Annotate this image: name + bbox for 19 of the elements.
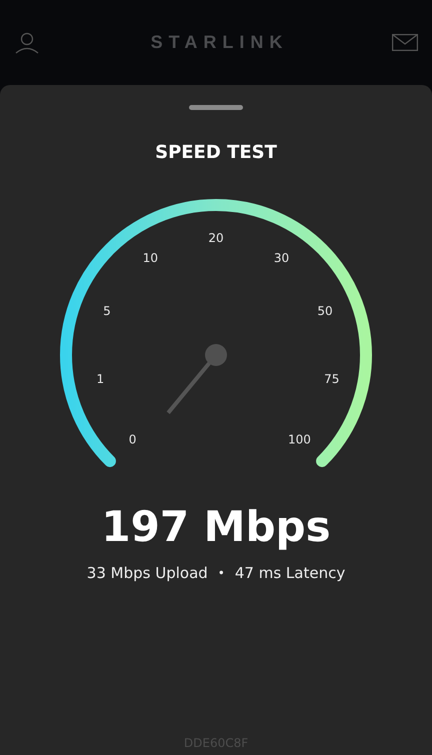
tick-label: 5 — [103, 304, 111, 318]
tick-label: 0 — [128, 432, 136, 446]
tick-label: 1 — [96, 372, 104, 386]
needle-hub — [205, 344, 227, 366]
tick-label: 30 — [274, 250, 290, 265]
tick-label: 20 — [208, 231, 224, 245]
separator-dot: • — [218, 566, 225, 580]
profile-icon[interactable] — [15, 32, 39, 54]
tick-label: 10 — [142, 250, 158, 265]
tick-label: 75 — [324, 372, 340, 386]
mail-icon[interactable] — [392, 34, 418, 51]
tick-label: 100 — [288, 432, 311, 446]
upload-speed: 33 Mbps Upload — [86, 564, 208, 582]
brand-logo: STARLINK — [150, 32, 288, 53]
drag-handle[interactable] — [189, 105, 243, 110]
download-speed: 197 Mbps — [101, 506, 331, 548]
tick-label: 50 — [317, 304, 333, 318]
latency: 47 ms Latency — [234, 564, 346, 582]
sheet-title: SPEED TEST — [155, 142, 277, 163]
